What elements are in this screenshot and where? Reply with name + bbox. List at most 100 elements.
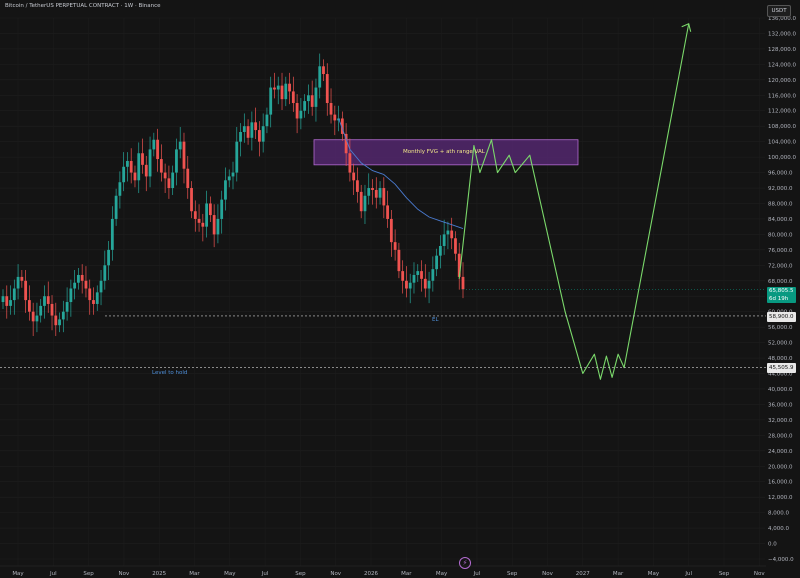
candle-body bbox=[95, 292, 99, 304]
candle-body bbox=[197, 218, 201, 223]
candle-body bbox=[242, 126, 246, 132]
x-tick-label: Nov bbox=[542, 571, 553, 577]
candle-body bbox=[16, 276, 20, 289]
candles bbox=[1, 53, 465, 337]
candle-body bbox=[438, 245, 442, 256]
x-tick-label: 2026 bbox=[364, 571, 378, 577]
candle-body bbox=[73, 282, 77, 289]
candle-body bbox=[31, 311, 35, 322]
candle-body bbox=[333, 114, 337, 121]
level-badge-58900: 58,900.0 bbox=[767, 312, 796, 322]
candle-body bbox=[114, 195, 118, 219]
y-tick-label: 132,000.0 bbox=[768, 31, 796, 37]
zone-label: Monthly FVG + ath range VAL bbox=[403, 149, 485, 155]
x-tick-label: Nov bbox=[330, 571, 341, 577]
x-tick-label: Sep bbox=[507, 571, 518, 577]
candle-body bbox=[325, 74, 329, 104]
candle-body bbox=[363, 195, 367, 212]
candle-body bbox=[61, 311, 65, 320]
y-tick-label: 76,000.0 bbox=[768, 248, 793, 254]
candle-body bbox=[310, 95, 314, 107]
candle-body bbox=[152, 139, 156, 150]
candle-body bbox=[239, 131, 242, 142]
lightning-icon[interactable]: ⚡ bbox=[459, 557, 471, 569]
candle-body bbox=[103, 265, 107, 281]
candle-body bbox=[220, 199, 224, 219]
grid-lines bbox=[0, 17, 766, 567]
candle-body bbox=[227, 176, 231, 181]
candle-body bbox=[367, 188, 371, 196]
x-tick-label: Jul bbox=[261, 571, 269, 577]
candle-body bbox=[446, 230, 450, 235]
candle-body bbox=[303, 101, 307, 111]
candle-body bbox=[144, 164, 148, 177]
x-tick-label: Mar bbox=[613, 571, 624, 577]
candle-body bbox=[261, 126, 265, 142]
y-tick-label: 28,000.0 bbox=[768, 433, 793, 439]
candle-body bbox=[190, 188, 193, 212]
y-tick-label: 108,000.0 bbox=[768, 124, 796, 130]
candle-body bbox=[412, 274, 416, 283]
candle-body bbox=[126, 160, 129, 167]
candle-body bbox=[378, 188, 382, 198]
y-tick-label: 0.0 bbox=[768, 542, 777, 548]
candle-body bbox=[88, 288, 92, 301]
candle-countdown: 6d 19h bbox=[769, 296, 789, 302]
y-tick-label: 52,000.0 bbox=[768, 341, 793, 347]
candle-body bbox=[420, 271, 423, 279]
y-tick-label: 112,000.0 bbox=[768, 109, 796, 115]
x-tick-label: May bbox=[436, 571, 448, 577]
candle-body bbox=[201, 222, 205, 227]
y-tick-label: 68,000.0 bbox=[768, 279, 793, 285]
y-tick-label: 124,000.0 bbox=[768, 62, 796, 68]
candle-body bbox=[295, 103, 299, 119]
x-tick-label: Mar bbox=[401, 571, 412, 577]
candle-body bbox=[186, 168, 190, 189]
candle-body bbox=[431, 269, 435, 281]
candle-body bbox=[9, 300, 12, 306]
y-tick-label: 96,000.0 bbox=[768, 171, 793, 177]
candle-body bbox=[110, 218, 114, 250]
candle-body bbox=[1, 296, 5, 303]
candle-body bbox=[137, 153, 141, 181]
candle-body bbox=[352, 172, 356, 181]
candle-body bbox=[80, 274, 84, 281]
candle-body bbox=[393, 242, 397, 250]
candle-body bbox=[35, 315, 39, 322]
currency-button[interactable]: USDT bbox=[767, 5, 791, 17]
candle-body bbox=[374, 189, 378, 198]
y-tick-label: 80,000.0 bbox=[768, 232, 793, 238]
y-tick-label: 88,000.0 bbox=[768, 201, 793, 207]
y-tick-label: 84,000.0 bbox=[768, 217, 793, 223]
candle-body bbox=[27, 300, 31, 312]
y-tick-label: 128,000.0 bbox=[768, 47, 796, 53]
candle-body bbox=[389, 218, 393, 243]
level-badge-45505: 45,505.9 bbox=[767, 363, 796, 373]
candle-body bbox=[65, 302, 69, 312]
candle-body bbox=[329, 103, 333, 115]
price-chart[interactable]: 136,000.0132,000.0128,000.0124,000.0120,… bbox=[0, 0, 800, 578]
chart-title: Bitcoin / TetherUS PERPETUAL CONTRACT · … bbox=[5, 3, 161, 9]
candle-body bbox=[405, 280, 408, 289]
candle-body bbox=[107, 249, 110, 266]
candle-body bbox=[118, 182, 122, 196]
candle-body bbox=[178, 141, 182, 150]
projection-arrowhead bbox=[681, 23, 692, 32]
y-tick-label: 32,000.0 bbox=[768, 418, 793, 424]
y-tick-label: 48,000.0 bbox=[768, 356, 793, 362]
candle-body bbox=[276, 85, 280, 90]
x-tick-label: Sep bbox=[83, 571, 94, 577]
x-tick-label: Sep bbox=[719, 571, 730, 577]
candle-body bbox=[235, 141, 239, 173]
y-tick-label: 20,000.0 bbox=[768, 464, 793, 470]
candle-body bbox=[382, 188, 386, 206]
candle-body bbox=[129, 160, 133, 173]
candle-body bbox=[208, 203, 212, 216]
candle-body bbox=[43, 296, 46, 306]
candle-body bbox=[371, 188, 374, 190]
candle-body bbox=[193, 211, 197, 219]
candle-body bbox=[273, 87, 276, 90]
candle-body bbox=[246, 126, 250, 138]
candle-body bbox=[454, 238, 457, 254]
candle-body bbox=[416, 271, 420, 275]
